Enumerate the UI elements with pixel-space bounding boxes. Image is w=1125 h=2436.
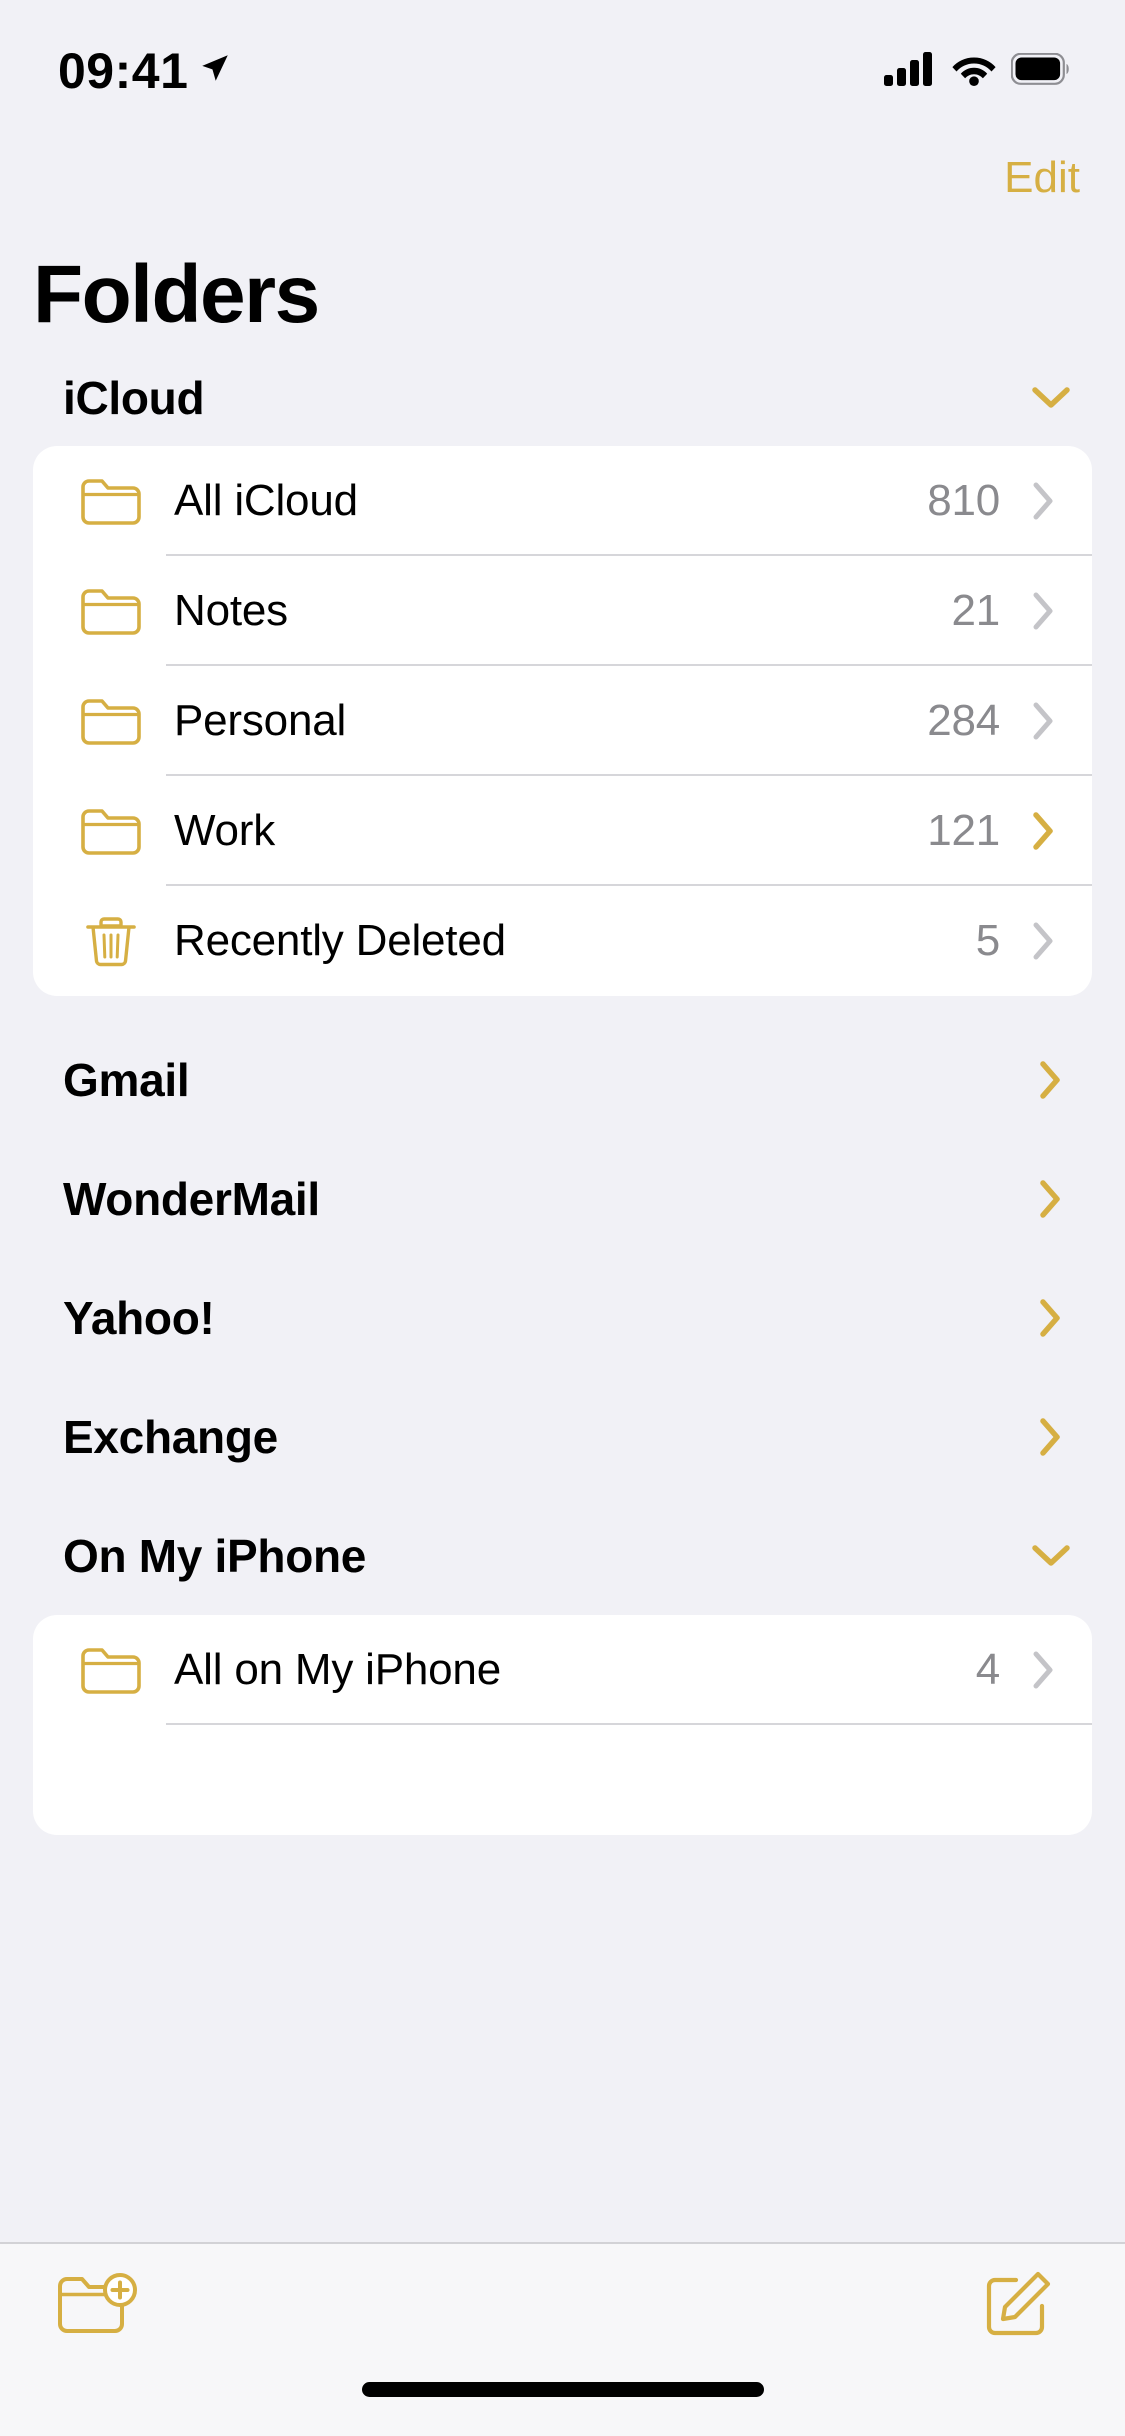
folder-row-label: All on My iPhone — [174, 1645, 501, 1694]
bottom-toolbar — [0, 2242, 1125, 2366]
section-header-on-my-iphone[interactable]: On My iPhone — [0, 1496, 1125, 1615]
folder-icon — [80, 695, 152, 747]
chevron-right-icon[interactable] — [1025, 1411, 1077, 1463]
folder-icon — [80, 475, 152, 527]
folder-row-all-icloud[interactable]: All iCloud 810 — [33, 446, 1092, 556]
folder-row-recently-deleted[interactable]: Recently Deleted 5 — [33, 886, 1092, 996]
nav-bar: Edit — [0, 132, 1125, 224]
edit-button[interactable]: Edit — [992, 150, 1092, 206]
section-title-yahoo: Yahoo! — [63, 1291, 215, 1344]
folder-row-count: 4 — [975, 1645, 1000, 1694]
folder-row-count: 121 — [927, 806, 1000, 855]
folder-row-all-on-my-iphone[interactable]: All on My iPhone 4 — [33, 1615, 1092, 1725]
folder-card-on-my-iphone: All on My iPhone 4 — [33, 1615, 1092, 1835]
trash-icon — [80, 913, 152, 969]
section-header-yahoo[interactable]: Yahoo! — [0, 1258, 1125, 1377]
section-title-on-my-iphone: On My iPhone — [63, 1529, 367, 1582]
status-bar-left: 09:41 — [58, 36, 232, 96]
section-header-icloud[interactable]: iCloud — [0, 350, 1125, 446]
section-title-exchange: Exchange — [63, 1410, 278, 1463]
folder-row-count: 21 — [951, 586, 1000, 635]
wifi-icon — [951, 52, 997, 91]
folder-icon — [80, 1644, 152, 1696]
chevron-right-icon[interactable] — [1022, 481, 1066, 521]
chevron-right-icon[interactable] — [1025, 1173, 1077, 1225]
status-bar: 09:41 — [0, 0, 1125, 132]
folder-icon — [80, 585, 152, 637]
chevron-right-icon[interactable] — [1025, 1292, 1077, 1344]
section-title-wondermail: WonderMail — [63, 1172, 320, 1225]
page-title: Folders — [33, 249, 320, 340]
section-title-gmail: Gmail — [63, 1053, 190, 1106]
section-header-exchange[interactable]: Exchange — [0, 1377, 1125, 1496]
section-title-icloud: iCloud — [63, 372, 205, 424]
folder-row-count: 284 — [927, 696, 1000, 745]
chevron-right-icon[interactable] — [1022, 701, 1066, 741]
new-folder-icon[interactable] — [50, 2257, 146, 2353]
folder-row-personal[interactable]: Personal 284 — [33, 666, 1092, 776]
chevron-right-icon[interactable] — [1025, 1054, 1077, 1106]
status-bar-clock: 09:41 — [58, 43, 189, 99]
section-header-wondermail[interactable]: WonderMail — [0, 1139, 1125, 1258]
folder-row-partial[interactable] — [33, 1725, 1092, 1835]
chevron-right-icon[interactable] — [1022, 1650, 1066, 1690]
chevron-right-icon[interactable] — [1022, 811, 1066, 851]
folder-card-icloud: All iCloud 810 Notes 21 Personal 284 Wor… — [33, 446, 1092, 996]
folder-row-label: All iCloud — [174, 476, 358, 525]
folder-row-work[interactable]: Work 121 — [33, 776, 1092, 886]
notes-folders-screen: 09:41 Edit Folders iCloud All iCloud 810… — [0, 0, 1125, 2436]
large-title-area: Folders — [0, 224, 1125, 350]
chevron-right-icon[interactable] — [1022, 591, 1066, 631]
battery-full-icon — [1010, 52, 1071, 90]
folder-icon — [80, 805, 152, 857]
folders-scroll-content[interactable]: iCloud All iCloud 810 Notes 21 Personal … — [0, 350, 1125, 2242]
compose-note-icon[interactable] — [969, 2257, 1065, 2353]
chevron-down-icon[interactable] — [1025, 372, 1077, 424]
folder-row-label: Recently Deleted — [174, 916, 506, 965]
folder-row-label: Personal — [174, 696, 347, 745]
folder-row-label: Work — [174, 806, 276, 855]
folder-row-count: 5 — [975, 916, 1000, 965]
cellular-signal-icon — [883, 51, 937, 92]
chevron-right-icon[interactable] — [1022, 921, 1066, 961]
location-arrow-icon — [198, 51, 232, 90]
folder-row-label: Notes — [174, 586, 288, 635]
folder-row-notes[interactable]: Notes 21 — [33, 556, 1092, 666]
home-indicator-area — [0, 2366, 1125, 2436]
status-bar-right — [883, 51, 1071, 92]
home-indicator[interactable] — [361, 2382, 764, 2397]
section-header-gmail[interactable]: Gmail — [0, 1020, 1125, 1139]
chevron-down-icon[interactable] — [1025, 1530, 1077, 1582]
folder-row-count: 810 — [927, 476, 1000, 525]
